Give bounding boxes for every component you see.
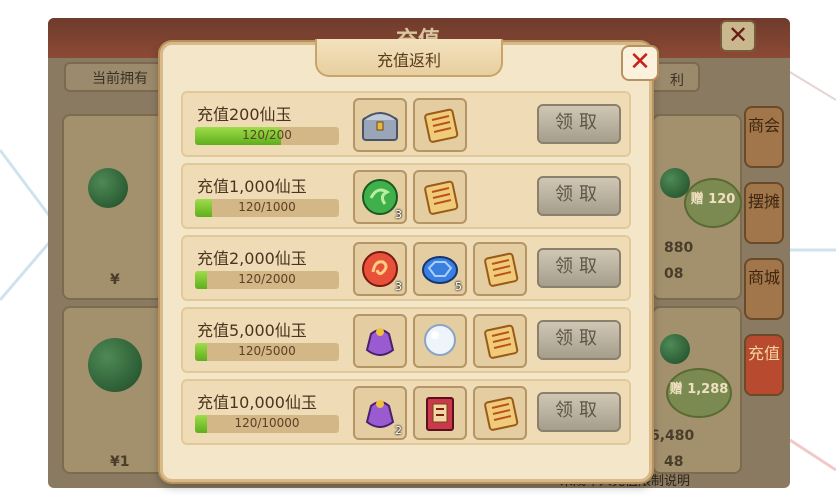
jade-pot-icon bbox=[88, 338, 142, 392]
recharge-rebate-dialog: 充值返利 ✕ 充值200仙玉 120/200 领取 充值1,000仙玉 120/… bbox=[160, 39, 659, 482]
rebate-row: 充值5,000仙玉 120/5000 领取 bbox=[181, 307, 631, 373]
tab-baitan[interactable]: 摆摊 bbox=[744, 182, 784, 244]
reward-slot[interactable] bbox=[413, 386, 467, 440]
tab-chongzhi[interactable]: 充值 bbox=[744, 334, 784, 396]
dialog-title: 充值返利 bbox=[376, 51, 441, 70]
claim-button[interactable]: 领取 bbox=[537, 248, 621, 288]
reward-slot[interactable]: 3 bbox=[353, 242, 407, 296]
progress-bar: 120/200 bbox=[195, 127, 339, 145]
scroll-icon bbox=[484, 396, 519, 431]
reward-slot[interactable] bbox=[353, 98, 407, 152]
store-balance-right: 利 bbox=[670, 73, 684, 89]
reward-slot[interactable]: 3 bbox=[353, 170, 407, 224]
reward-slot[interactable] bbox=[413, 314, 467, 368]
rebate-label: 充值200仙玉 bbox=[197, 105, 292, 124]
tab-shanghui[interactable]: 商会 bbox=[744, 106, 784, 168]
progress-bar: 120/10000 bbox=[195, 415, 339, 433]
progress-text: 120/200 bbox=[242, 128, 292, 142]
progress-text: 120/5000 bbox=[238, 344, 296, 358]
claim-button[interactable]: 领取 bbox=[537, 320, 621, 360]
claim-button[interactable]: 领取 bbox=[537, 104, 621, 144]
progress-text: 120/1000 bbox=[238, 200, 296, 214]
rebate-label: 充值2,000仙玉 bbox=[197, 249, 307, 268]
progress-text: 120/10000 bbox=[234, 416, 300, 430]
progress-bar: 120/5000 bbox=[195, 343, 339, 361]
jade-icon bbox=[88, 168, 128, 208]
store-amount: 6,480 bbox=[650, 428, 695, 444]
store-close-button[interactable]: ✕ bbox=[720, 20, 756, 52]
store-price: ¥ bbox=[110, 272, 120, 288]
pearl-icon bbox=[424, 324, 456, 356]
store-amount: 48 bbox=[664, 454, 684, 470]
rebate-label: 充值1,000仙玉 bbox=[197, 177, 307, 196]
reward-slot[interactable]: 5 bbox=[413, 242, 467, 296]
claim-button[interactable]: 领取 bbox=[537, 176, 621, 216]
reward-count: 2 bbox=[395, 424, 402, 437]
reward-slot[interactable] bbox=[413, 170, 467, 224]
reward-slot[interactable] bbox=[413, 98, 467, 152]
reward-count: 3 bbox=[395, 208, 402, 221]
reward-slot[interactable] bbox=[473, 386, 527, 440]
dialog-title-tab: 充值返利 bbox=[315, 39, 503, 77]
progress-bar: 120/1000 bbox=[195, 199, 339, 217]
gift-badge: 赠 1,288 bbox=[666, 368, 732, 418]
rebate-row: 充值200仙玉 120/200 领取 bbox=[181, 91, 631, 157]
scroll-icon bbox=[484, 324, 519, 359]
reward-slot[interactable] bbox=[353, 314, 407, 368]
tab-shangcheng[interactable]: 商城 bbox=[744, 258, 784, 320]
reward-count: 5 bbox=[455, 280, 462, 293]
progress-bar: 120/2000 bbox=[195, 271, 339, 289]
scroll-icon bbox=[484, 252, 519, 287]
gift-badge: 赠 120 bbox=[684, 178, 742, 228]
claim-button[interactable]: 领取 bbox=[537, 392, 621, 432]
scroll-icon bbox=[424, 108, 459, 143]
reward-slot[interactable] bbox=[473, 242, 527, 296]
store-amount: 880 bbox=[664, 240, 694, 256]
reward-slot[interactable] bbox=[473, 314, 527, 368]
scroll-icon bbox=[424, 180, 459, 215]
rebate-row: 充值10,000仙玉 120/10000 2 领取 bbox=[181, 379, 631, 445]
rebate-row: 充值2,000仙玉 120/2000 3 5 领取 bbox=[181, 235, 631, 301]
purple-pouch-icon bbox=[365, 328, 395, 356]
reward-slot[interactable]: 2 bbox=[353, 386, 407, 440]
dialog-close-button[interactable]: ✕ bbox=[621, 45, 659, 81]
rebate-list: 充值200仙玉 120/200 领取 充值1,000仙玉 120/1000 3 … bbox=[181, 91, 631, 451]
rebate-label: 充值5,000仙玉 bbox=[197, 321, 307, 340]
progress-text: 120/2000 bbox=[238, 272, 296, 286]
reward-count: 3 bbox=[395, 280, 402, 293]
store-balance-label: 当前拥有 bbox=[92, 71, 148, 87]
red-book-icon bbox=[426, 397, 454, 431]
rebate-label: 充值10,000仙玉 bbox=[197, 393, 317, 412]
jade-icon bbox=[660, 334, 690, 364]
treasure-chest-icon bbox=[362, 112, 398, 141]
store-amount: 08 bbox=[664, 266, 684, 282]
store-price: ¥1 bbox=[110, 454, 130, 470]
rebate-row: 充值1,000仙玉 120/1000 3 领取 bbox=[181, 163, 631, 229]
